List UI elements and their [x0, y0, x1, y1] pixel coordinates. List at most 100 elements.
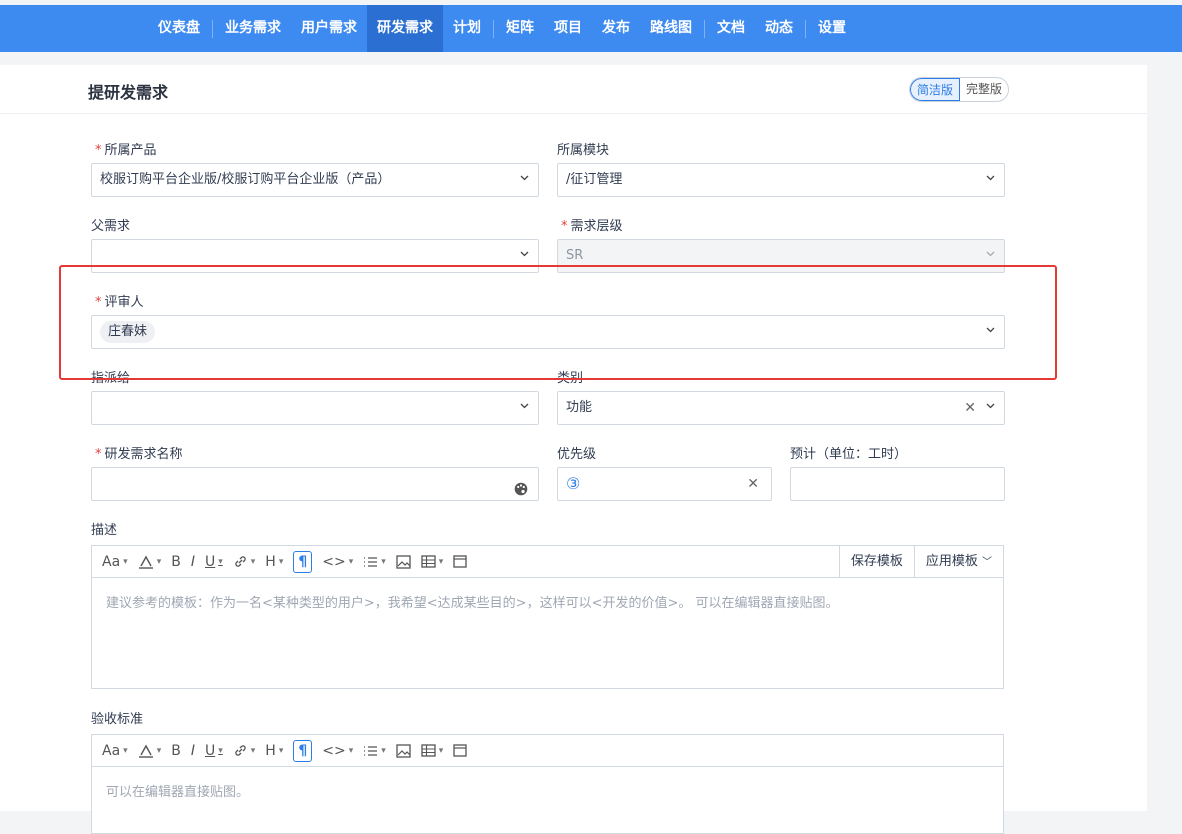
link-icon [235, 745, 246, 756]
image-icon [396, 554, 411, 569]
required-mark: * [561, 219, 568, 234]
acceptance-editor[interactable]: Aa ▾ ▾ B I U ▾ ▾ H ▾ ¶ <> ▾ ▾ ▾ 可以在编辑器直接贴图。 [91, 734, 1004, 834]
nav-item[interactable]: 研发需求 [367, 5, 443, 52]
nav-divider [493, 19, 494, 38]
nav-item[interactable]: 路线图 [640, 5, 702, 52]
reviewer-chip[interactable]: 庄春妹 [100, 321, 156, 343]
level-value: SR [566, 248, 584, 263]
page-title: 提研发需求 [88, 83, 169, 102]
code-button[interactable]: <> ▾ [322, 551, 353, 573]
code-button[interactable]: <> ▾ [322, 740, 353, 762]
nav-divider [212, 19, 213, 38]
apply-template-button[interactable]: 应用模板 ﹀ [913, 546, 1003, 577]
chevron-down-icon [520, 251, 529, 259]
list-button[interactable]: ▾ [363, 551, 386, 573]
editor-toolbar: Aa ▾ ▾ B I U ▾ ▾ H ▾ ¶ <> ▾ ▾ ▾ 保存模板 应用模板 ﹀ [92, 546, 1003, 578]
nav-item[interactable]: 项目 [544, 5, 592, 52]
font-size-button[interactable]: Aa ▾ [102, 740, 128, 762]
italic-button[interactable]: I [191, 551, 195, 573]
level-select: SR [557, 239, 1005, 273]
clear-icon[interactable]: ✕ [964, 392, 976, 424]
underline-button[interactable]: U ▾ [205, 551, 223, 573]
product-select[interactable]: 校服订购平台企业版/校服订购平台企业版（产品） [91, 163, 539, 197]
frame-icon [453, 744, 467, 757]
name-input[interactable] [91, 467, 539, 501]
reviewer-label: * 评审人 [95, 295, 144, 310]
required-mark: * [95, 295, 102, 310]
nav-item[interactable]: 文档 [707, 5, 755, 52]
nav-item[interactable]: 设置 [808, 5, 856, 52]
table-button[interactable]: ▾ [421, 740, 443, 762]
heading-button[interactable]: H ▾ [265, 551, 283, 573]
category-value: 功能 [566, 400, 593, 415]
assignee-label: 指派给 [91, 371, 131, 386]
clear-icon[interactable]: ✕ [747, 468, 759, 500]
paragraph-button[interactable]: ¶ [293, 739, 313, 762]
template-box-button[interactable] [453, 740, 467, 762]
nav-divider [704, 19, 705, 38]
link-button[interactable]: ▾ [233, 551, 255, 573]
parent-select[interactable] [91, 239, 539, 273]
italic-button[interactable]: I [191, 740, 195, 762]
bold-button[interactable]: B [171, 740, 181, 762]
save-template-button[interactable]: 保存模板 [838, 546, 914, 577]
assignee-select[interactable] [91, 391, 539, 425]
estimate-input[interactable] [790, 467, 1005, 501]
description-editor[interactable]: Aa ▾ ▾ B I U ▾ ▾ H ▾ ¶ <> ▾ ▾ ▾ 保存模板 应用模板 ﹀ … [91, 545, 1004, 689]
category-select[interactable]: 功能 ✕ [557, 391, 1005, 425]
priority-select[interactable]: ③ ✕ [557, 467, 772, 501]
product-label: * 所属产品 [95, 143, 157, 158]
palette-icon[interactable] [514, 477, 528, 500]
list-icon [364, 745, 378, 756]
link-icon [235, 556, 246, 567]
paragraph-button[interactable]: ¶ [293, 550, 313, 573]
module-select[interactable]: /征订管理 [557, 163, 1005, 197]
name-label: * 研发需求名称 [95, 447, 183, 462]
nav-item[interactable]: 业务需求 [215, 5, 291, 52]
heading-button[interactable]: H ▾ [265, 740, 283, 762]
nav-item[interactable]: 仪表盘 [148, 5, 210, 52]
nav-item[interactable]: 用户需求 [291, 5, 367, 52]
description-label: 描述 [91, 523, 118, 538]
color-fill-icon [138, 555, 153, 569]
chevron-down-icon [986, 327, 995, 335]
product-value: 校服订购平台企业版/校服订购平台企业版（产品） [100, 172, 391, 187]
nav-divider [805, 19, 806, 38]
font-size-button[interactable]: Aa ▾ [102, 551, 128, 573]
nav-item[interactable]: 计划 [443, 5, 491, 52]
mode-simple-button[interactable]: 简洁版 [910, 78, 961, 101]
module-label: 所属模块 [557, 143, 610, 158]
level-label: * 需求层级 [561, 219, 623, 234]
link-button[interactable]: ▾ [233, 740, 255, 762]
template-box-button[interactable] [453, 551, 467, 573]
text-color-button[interactable]: ▾ [138, 551, 161, 573]
required-mark: * [95, 447, 102, 462]
table-icon [421, 555, 436, 568]
template-actions: 保存模板 应用模板 ﹀ [838, 546, 1003, 577]
chevron-down-icon [986, 175, 995, 183]
nav-item[interactable]: 动态 [755, 5, 803, 52]
main-nav: 仪表盘 业务需求 用户需求 研发需求 计划 矩阵 项目 发布 路线图 文档 动态 设置 [148, 5, 856, 52]
chevron-down-icon [520, 175, 529, 183]
bold-button[interactable]: B [171, 551, 181, 573]
estimate-label: 预计（单位：工时） [790, 447, 908, 462]
table-button[interactable]: ▾ [421, 551, 443, 573]
text-color-button[interactable]: ▾ [138, 740, 161, 762]
color-fill-icon [138, 744, 153, 758]
module-value: /征订管理 [566, 172, 623, 187]
list-icon [364, 556, 378, 567]
panel-header: 提研发需求 简洁版 完整版 [0, 65, 1147, 114]
image-button[interactable] [396, 551, 411, 573]
category-label: 类别 [557, 371, 584, 386]
nav-item[interactable]: 矩阵 [496, 5, 544, 52]
image-button[interactable] [396, 740, 411, 762]
reviewer-select[interactable]: 庄春妹 [91, 315, 1005, 349]
required-mark: * [95, 143, 102, 158]
nav-item[interactable]: 发布 [592, 5, 640, 52]
priority-value: ③ [566, 474, 581, 493]
mode-full-button[interactable]: 完整版 [960, 78, 1008, 101]
underline-button[interactable]: U ▾ [205, 740, 223, 762]
chevron-down-icon [986, 251, 995, 259]
list-button[interactable]: ▾ [363, 740, 386, 762]
priority-label: 优先级 [557, 447, 597, 462]
